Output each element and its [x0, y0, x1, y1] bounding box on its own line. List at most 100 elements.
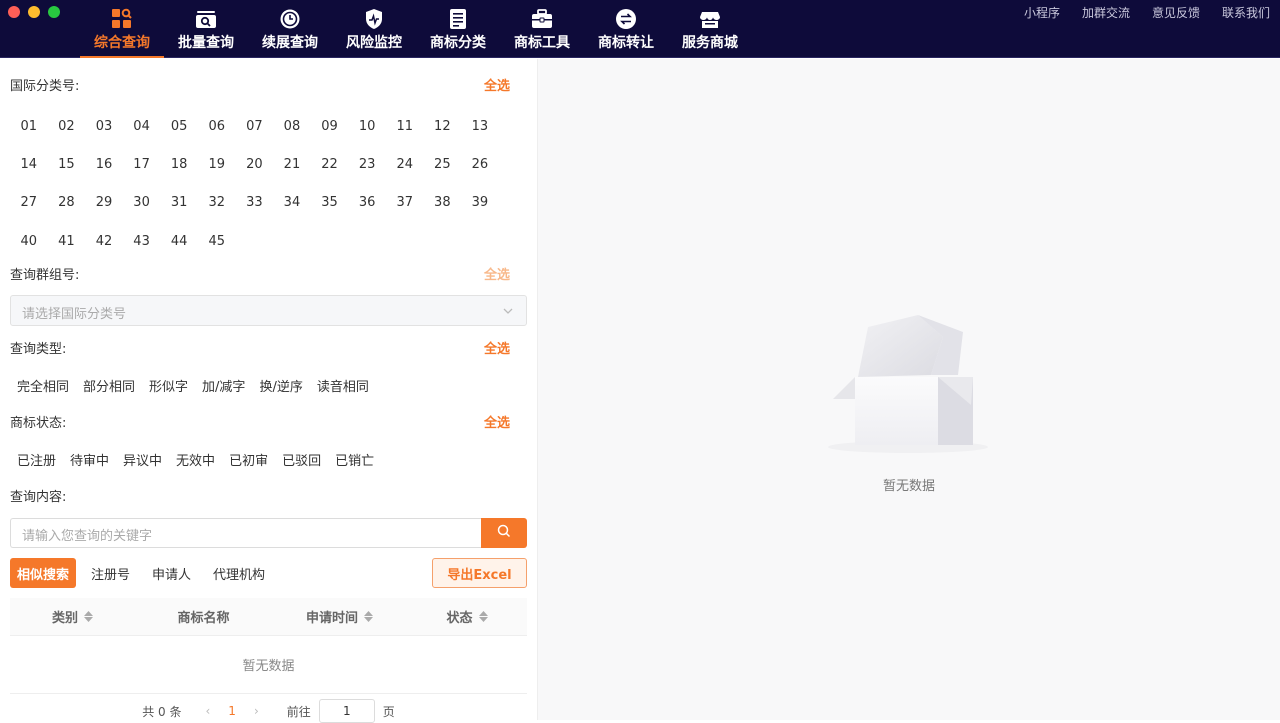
intl-class-code[interactable]: 09 — [311, 107, 349, 145]
intl-class-code[interactable]: 24 — [386, 145, 424, 183]
intl-class-code[interactable]: 39 — [461, 184, 499, 222]
intl-class-code[interactable]: 45 — [198, 222, 236, 260]
status-option[interactable]: 已注册 — [10, 450, 63, 469]
intl-class-code[interactable]: 10 — [348, 107, 386, 145]
intl-class-code[interactable]: 16 — [85, 145, 123, 183]
export-excel-button[interactable]: 导出Excel — [432, 558, 527, 588]
filter-panel: 国际分类号: 全选 01 02 03 04 05 06 07 08 09 10 11 12 13 14 15… — [0, 59, 538, 723]
column-header-class[interactable]: 类别 — [10, 607, 135, 626]
pager-page-unit: 页 — [382, 704, 395, 719]
status-option[interactable]: 无效中 — [169, 450, 222, 469]
nav-trademark-tools[interactable]: 商标工具 — [500, 0, 584, 58]
status-option[interactable]: 异议中 — [116, 450, 169, 469]
pager-page-input[interactable]: 1 — [318, 699, 375, 723]
nav-trademark-transfer[interactable]: 商标转让 — [584, 0, 668, 58]
intl-class-code[interactable]: 20 — [236, 145, 274, 183]
intl-class-code[interactable]: 05 — [160, 107, 198, 145]
nav-label: 商标分类 — [430, 35, 486, 51]
tab-similar-search[interactable]: 相似搜索 — [10, 558, 77, 588]
intl-class-code[interactable]: 18 — [160, 145, 198, 183]
intl-class-code[interactable]: 21 — [273, 145, 311, 183]
pager-current-page[interactable]: 1 — [228, 704, 236, 718]
query-type-option[interactable]: 换/逆序 — [252, 376, 309, 395]
intl-class-code[interactable]: 32 — [198, 184, 236, 222]
window-minimize-button[interactable] — [28, 6, 40, 18]
tab-registration-no[interactable]: 注册号 — [84, 558, 137, 588]
intl-class-code[interactable]: 43 — [123, 222, 161, 260]
nav-service-store[interactable]: 服务商城 — [668, 0, 752, 58]
feedback-link[interactable]: 意见反馈 — [1152, 4, 1200, 21]
intl-class-code[interactable]: 29 — [85, 184, 123, 222]
search-button[interactable] — [481, 518, 527, 548]
query-type-option[interactable]: 读音相同 — [310, 376, 376, 395]
intl-class-code[interactable]: 11 — [386, 107, 424, 145]
intl-class-code[interactable]: 12 — [424, 107, 462, 145]
status-option[interactable]: 待审中 — [63, 450, 116, 469]
intl-class-code[interactable]: 14 — [10, 145, 48, 183]
status-option[interactable]: 已驳回 — [275, 450, 328, 469]
window-close-button[interactable] — [8, 6, 20, 18]
intl-class-code[interactable]: 13 — [461, 107, 499, 145]
tab-applicant[interactable]: 申请人 — [145, 558, 198, 588]
batch-search-icon — [195, 8, 217, 30]
intl-class-code[interactable]: 40 — [10, 222, 48, 260]
intl-class-code[interactable]: 03 — [85, 107, 123, 145]
toolbox-icon — [531, 8, 553, 30]
nav-renewal-query[interactable]: 续展查询 — [248, 0, 332, 58]
intl-class-code[interactable]: 34 — [273, 184, 311, 222]
intl-class-select-all[interactable]: 全选 — [484, 75, 510, 94]
intl-class-code[interactable]: 15 — [48, 145, 86, 183]
query-type-select-all[interactable]: 全选 — [484, 338, 510, 357]
window-maximize-button[interactable] — [48, 6, 60, 18]
join-group-link[interactable]: 加群交流 — [1082, 4, 1130, 21]
column-header-status[interactable]: 状态 — [407, 607, 527, 626]
group-select[interactable]: 请选择国际分类号 — [10, 295, 527, 326]
intl-class-code[interactable]: 22 — [311, 145, 349, 183]
chevron-left-icon[interactable]: ‹ — [205, 704, 210, 718]
intl-class-code[interactable]: 41 — [48, 222, 86, 260]
chevron-right-icon[interactable]: › — [254, 704, 259, 718]
intl-class-code[interactable]: 04 — [123, 107, 161, 145]
query-type-option[interactable]: 部分相同 — [76, 376, 142, 395]
intl-class-code[interactable]: 08 — [273, 107, 311, 145]
intl-class-code[interactable]: 28 — [48, 184, 86, 222]
status-select-all[interactable]: 全选 — [484, 412, 510, 431]
intl-class-code[interactable]: 19 — [198, 145, 236, 183]
column-header-date[interactable]: 申请时间 — [272, 607, 407, 626]
status-option[interactable]: 已销亡 — [328, 450, 381, 469]
tab-agency[interactable]: 代理机构 — [206, 558, 272, 588]
group-select-all[interactable]: 全选 — [484, 264, 510, 283]
intl-class-code[interactable]: 02 — [48, 107, 86, 145]
intl-class-code[interactable]: 01 — [10, 107, 48, 145]
intl-class-code[interactable]: 33 — [236, 184, 274, 222]
intl-class-code[interactable]: 25 — [424, 145, 462, 183]
intl-class-code[interactable]: 06 — [198, 107, 236, 145]
sort-icon — [364, 611, 373, 622]
query-type-option[interactable]: 加/减字 — [195, 376, 252, 395]
chevron-down-icon — [502, 305, 514, 321]
nav-batch-query[interactable]: 批量查询 — [164, 0, 248, 58]
intl-class-code[interactable]: 42 — [85, 222, 123, 260]
status-title: 商标状态: — [10, 416, 67, 431]
intl-class-code[interactable]: 36 — [348, 184, 386, 222]
intl-class-code[interactable]: 23 — [348, 145, 386, 183]
query-type-option[interactable]: 形似字 — [142, 376, 195, 395]
contact-link[interactable]: 联系我们 — [1222, 4, 1270, 21]
mini-program-link[interactable]: 小程序 — [1024, 4, 1060, 21]
keyword-search-input[interactable]: 请输入您查询的关键字 — [10, 518, 481, 548]
intl-class-code[interactable]: 26 — [461, 145, 499, 183]
intl-class-code[interactable]: 30 — [123, 184, 161, 222]
status-option[interactable]: 已初审 — [222, 450, 275, 469]
intl-class-code[interactable]: 44 — [160, 222, 198, 260]
intl-class-code[interactable]: 38 — [424, 184, 462, 222]
intl-class-code[interactable]: 17 — [123, 145, 161, 183]
nav-risk-monitor[interactable]: 风险监控 — [332, 0, 416, 58]
intl-class-code[interactable]: 35 — [311, 184, 349, 222]
query-type-option[interactable]: 完全相同 — [10, 376, 76, 395]
intl-class-code[interactable]: 27 — [10, 184, 48, 222]
intl-class-code[interactable]: 37 — [386, 184, 424, 222]
intl-class-code[interactable]: 31 — [160, 184, 198, 222]
nav-trademark-class[interactable]: 商标分类 — [416, 0, 500, 58]
nav-comprehensive-query[interactable]: 综合查询 — [80, 0, 164, 58]
intl-class-code[interactable]: 07 — [236, 107, 274, 145]
